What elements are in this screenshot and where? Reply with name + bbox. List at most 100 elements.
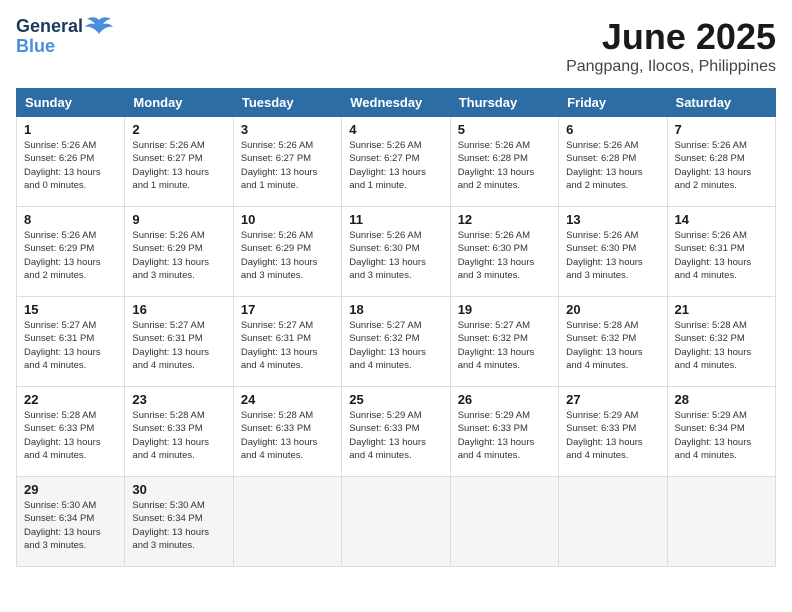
calendar-cell: 13 Sunrise: 5:26 AM Sunset: 6:30 PM Dayl… bbox=[559, 207, 667, 297]
month-title: June 2025 bbox=[566, 16, 776, 58]
day-number: 16 bbox=[132, 302, 225, 317]
logo-blue-text: Blue bbox=[16, 36, 113, 57]
weekday-header-friday: Friday bbox=[559, 89, 667, 117]
day-detail: Sunrise: 5:30 AM Sunset: 6:34 PM Dayligh… bbox=[24, 499, 117, 552]
day-detail: Sunrise: 5:27 AM Sunset: 6:31 PM Dayligh… bbox=[132, 319, 225, 372]
calendar-cell: 23 Sunrise: 5:28 AM Sunset: 6:33 PM Dayl… bbox=[125, 387, 233, 477]
calendar-cell bbox=[342, 477, 450, 567]
day-number: 18 bbox=[349, 302, 442, 317]
calendar-cell: 9 Sunrise: 5:26 AM Sunset: 6:29 PM Dayli… bbox=[125, 207, 233, 297]
calendar-cell: 8 Sunrise: 5:26 AM Sunset: 6:29 PM Dayli… bbox=[17, 207, 125, 297]
calendar-cell: 26 Sunrise: 5:29 AM Sunset: 6:33 PM Dayl… bbox=[450, 387, 558, 477]
calendar-cell: 22 Sunrise: 5:28 AM Sunset: 6:33 PM Dayl… bbox=[17, 387, 125, 477]
day-number: 11 bbox=[349, 212, 442, 227]
day-number: 28 bbox=[675, 392, 768, 407]
day-number: 6 bbox=[566, 122, 659, 137]
day-detail: Sunrise: 5:26 AM Sunset: 6:29 PM Dayligh… bbox=[132, 229, 225, 282]
calendar-cell: 21 Sunrise: 5:28 AM Sunset: 6:32 PM Dayl… bbox=[667, 297, 775, 387]
day-number: 13 bbox=[566, 212, 659, 227]
day-number: 15 bbox=[24, 302, 117, 317]
day-number: 17 bbox=[241, 302, 334, 317]
calendar-cell: 6 Sunrise: 5:26 AM Sunset: 6:28 PM Dayli… bbox=[559, 117, 667, 207]
day-detail: Sunrise: 5:26 AM Sunset: 6:26 PM Dayligh… bbox=[24, 139, 117, 192]
weekday-header-thursday: Thursday bbox=[450, 89, 558, 117]
day-detail: Sunrise: 5:26 AM Sunset: 6:30 PM Dayligh… bbox=[458, 229, 551, 282]
day-detail: Sunrise: 5:29 AM Sunset: 6:33 PM Dayligh… bbox=[349, 409, 442, 462]
logo: General Blue bbox=[16, 16, 113, 57]
day-detail: Sunrise: 5:26 AM Sunset: 6:28 PM Dayligh… bbox=[675, 139, 768, 192]
day-number: 9 bbox=[132, 212, 225, 227]
calendar-cell: 27 Sunrise: 5:29 AM Sunset: 6:33 PM Dayl… bbox=[559, 387, 667, 477]
day-detail: Sunrise: 5:28 AM Sunset: 6:33 PM Dayligh… bbox=[24, 409, 117, 462]
day-detail: Sunrise: 5:29 AM Sunset: 6:33 PM Dayligh… bbox=[566, 409, 659, 462]
weekday-header-saturday: Saturday bbox=[667, 89, 775, 117]
calendar-cell: 7 Sunrise: 5:26 AM Sunset: 6:28 PM Dayli… bbox=[667, 117, 775, 207]
calendar-cell: 16 Sunrise: 5:27 AM Sunset: 6:31 PM Dayl… bbox=[125, 297, 233, 387]
day-number: 22 bbox=[24, 392, 117, 407]
day-detail: Sunrise: 5:26 AM Sunset: 6:27 PM Dayligh… bbox=[132, 139, 225, 192]
weekday-header-monday: Monday bbox=[125, 89, 233, 117]
calendar-cell: 30 Sunrise: 5:30 AM Sunset: 6:34 PM Dayl… bbox=[125, 477, 233, 567]
calendar-cell bbox=[559, 477, 667, 567]
day-number: 7 bbox=[675, 122, 768, 137]
calendar-cell bbox=[450, 477, 558, 567]
day-detail: Sunrise: 5:26 AM Sunset: 6:27 PM Dayligh… bbox=[349, 139, 442, 192]
calendar-cell: 24 Sunrise: 5:28 AM Sunset: 6:33 PM Dayl… bbox=[233, 387, 341, 477]
weekday-header-tuesday: Tuesday bbox=[233, 89, 341, 117]
weekday-header-sunday: Sunday bbox=[17, 89, 125, 117]
day-detail: Sunrise: 5:26 AM Sunset: 6:27 PM Dayligh… bbox=[241, 139, 334, 192]
day-number: 8 bbox=[24, 212, 117, 227]
week-row-4: 22 Sunrise: 5:28 AM Sunset: 6:33 PM Dayl… bbox=[17, 387, 776, 477]
calendar-cell: 3 Sunrise: 5:26 AM Sunset: 6:27 PM Dayli… bbox=[233, 117, 341, 207]
day-detail: Sunrise: 5:28 AM Sunset: 6:32 PM Dayligh… bbox=[675, 319, 768, 372]
week-row-3: 15 Sunrise: 5:27 AM Sunset: 6:31 PM Dayl… bbox=[17, 297, 776, 387]
calendar-cell: 17 Sunrise: 5:27 AM Sunset: 6:31 PM Dayl… bbox=[233, 297, 341, 387]
calendar-cell: 15 Sunrise: 5:27 AM Sunset: 6:31 PM Dayl… bbox=[17, 297, 125, 387]
day-detail: Sunrise: 5:28 AM Sunset: 6:32 PM Dayligh… bbox=[566, 319, 659, 372]
title-section: June 2025 Pangpang, Ilocos, Philippines bbox=[566, 16, 776, 76]
calendar-cell: 14 Sunrise: 5:26 AM Sunset: 6:31 PM Dayl… bbox=[667, 207, 775, 297]
day-number: 24 bbox=[241, 392, 334, 407]
day-number: 25 bbox=[349, 392, 442, 407]
day-detail: Sunrise: 5:26 AM Sunset: 6:28 PM Dayligh… bbox=[458, 139, 551, 192]
location-title: Pangpang, Ilocos, Philippines bbox=[566, 58, 776, 76]
week-row-2: 8 Sunrise: 5:26 AM Sunset: 6:29 PM Dayli… bbox=[17, 207, 776, 297]
day-detail: Sunrise: 5:26 AM Sunset: 6:31 PM Dayligh… bbox=[675, 229, 768, 282]
weekday-header-row: SundayMondayTuesdayWednesdayThursdayFrid… bbox=[17, 89, 776, 117]
day-number: 10 bbox=[241, 212, 334, 227]
day-number: 2 bbox=[132, 122, 225, 137]
day-detail: Sunrise: 5:28 AM Sunset: 6:33 PM Dayligh… bbox=[241, 409, 334, 462]
day-detail: Sunrise: 5:28 AM Sunset: 6:33 PM Dayligh… bbox=[132, 409, 225, 462]
day-number: 20 bbox=[566, 302, 659, 317]
day-number: 29 bbox=[24, 482, 117, 497]
calendar-cell: 11 Sunrise: 5:26 AM Sunset: 6:30 PM Dayl… bbox=[342, 207, 450, 297]
day-number: 27 bbox=[566, 392, 659, 407]
calendar-cell: 10 Sunrise: 5:26 AM Sunset: 6:29 PM Dayl… bbox=[233, 207, 341, 297]
day-number: 14 bbox=[675, 212, 768, 227]
day-number: 3 bbox=[241, 122, 334, 137]
calendar-cell: 4 Sunrise: 5:26 AM Sunset: 6:27 PM Dayli… bbox=[342, 117, 450, 207]
day-detail: Sunrise: 5:29 AM Sunset: 6:34 PM Dayligh… bbox=[675, 409, 768, 462]
day-number: 26 bbox=[458, 392, 551, 407]
calendar-cell: 18 Sunrise: 5:27 AM Sunset: 6:32 PM Dayl… bbox=[342, 297, 450, 387]
day-detail: Sunrise: 5:27 AM Sunset: 6:31 PM Dayligh… bbox=[241, 319, 334, 372]
calendar-cell: 2 Sunrise: 5:26 AM Sunset: 6:27 PM Dayli… bbox=[125, 117, 233, 207]
calendar-cell: 28 Sunrise: 5:29 AM Sunset: 6:34 PM Dayl… bbox=[667, 387, 775, 477]
weekday-header-wednesday: Wednesday bbox=[342, 89, 450, 117]
day-detail: Sunrise: 5:26 AM Sunset: 6:30 PM Dayligh… bbox=[349, 229, 442, 282]
day-number: 4 bbox=[349, 122, 442, 137]
day-number: 21 bbox=[675, 302, 768, 317]
day-detail: Sunrise: 5:27 AM Sunset: 6:32 PM Dayligh… bbox=[349, 319, 442, 372]
day-detail: Sunrise: 5:26 AM Sunset: 6:29 PM Dayligh… bbox=[241, 229, 334, 282]
day-number: 12 bbox=[458, 212, 551, 227]
day-number: 5 bbox=[458, 122, 551, 137]
calendar-cell: 1 Sunrise: 5:26 AM Sunset: 6:26 PM Dayli… bbox=[17, 117, 125, 207]
day-detail: Sunrise: 5:27 AM Sunset: 6:32 PM Dayligh… bbox=[458, 319, 551, 372]
day-number: 1 bbox=[24, 122, 117, 137]
day-detail: Sunrise: 5:30 AM Sunset: 6:34 PM Dayligh… bbox=[132, 499, 225, 552]
calendar-cell bbox=[233, 477, 341, 567]
calendar-cell: 19 Sunrise: 5:27 AM Sunset: 6:32 PM Dayl… bbox=[450, 297, 558, 387]
day-detail: Sunrise: 5:26 AM Sunset: 6:29 PM Dayligh… bbox=[24, 229, 117, 282]
calendar-table: SundayMondayTuesdayWednesdayThursdayFrid… bbox=[16, 88, 776, 567]
week-row-5: 29 Sunrise: 5:30 AM Sunset: 6:34 PM Dayl… bbox=[17, 477, 776, 567]
